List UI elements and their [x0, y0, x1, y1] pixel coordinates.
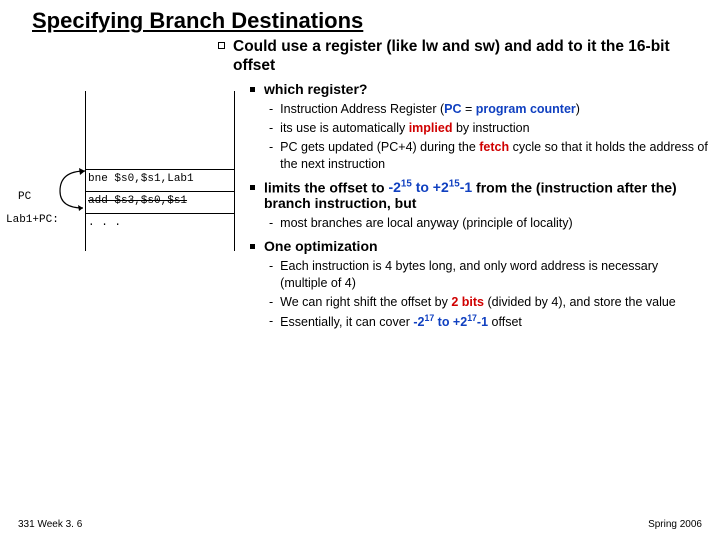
- sub-fetch: - PC gets updated (PC+4) during the fetc…: [269, 139, 708, 173]
- dash-icon: -: [269, 139, 273, 156]
- which-register-sublist: - Instruction Address Register (PC = pro…: [269, 101, 708, 173]
- footer-left: 331 Week 3. 6: [18, 519, 82, 530]
- list-column: which register? - Instruction Address Re…: [250, 81, 708, 337]
- label-pc: PC: [18, 191, 31, 203]
- code-line-bne: bne $s0,$s1,Lab1: [88, 173, 194, 185]
- label-lab1pc: Lab1+PC:: [6, 214, 59, 226]
- code-line-dots: . . .: [88, 217, 121, 229]
- sub-implied: - its use is automatically implied by in…: [269, 120, 708, 137]
- dash-icon: -: [269, 120, 273, 137]
- sub-iar: - Instruction Address Register (PC = pro…: [269, 101, 708, 118]
- dot-icon: [250, 87, 255, 92]
- limits-text: limits the offset to -215 to +215-1 from…: [264, 179, 708, 212]
- slide-title: Specifying Branch Destinations: [32, 8, 700, 36]
- dash-icon: -: [269, 215, 273, 232]
- content-area: Could use a register (like lw and sw) an…: [0, 38, 708, 337]
- dash-icon: -: [269, 258, 273, 275]
- dot-icon: [250, 244, 255, 249]
- square-bullet-icon: [218, 42, 225, 49]
- limits-sublist: - most branches are local anyway (princi…: [269, 215, 708, 232]
- sub-4bytes: - Each instruction is 4 bytes long, and …: [269, 258, 708, 292]
- sub-shift: - We can right shift the offset by 2 bit…: [269, 294, 708, 311]
- which-register-text: which register?: [264, 81, 367, 97]
- optimization-sublist: - Each instruction is 4 bytes long, and …: [269, 258, 708, 331]
- sub-locality: - most branches are local anyway (princi…: [269, 215, 708, 232]
- body-row: PC Lab1+PC: bne $s0,$s1,Lab1 add $s3,$s0…: [0, 81, 708, 337]
- memory-box: bne $s0,$s1,Lab1 add $s3,$s0,$s1 . . .: [85, 91, 235, 251]
- footer-right: Spring 2006: [648, 519, 702, 530]
- diagram-column: PC Lab1+PC: bne $s0,$s1,Lab1 add $s3,$s0…: [0, 81, 250, 261]
- dash-icon: -: [269, 294, 273, 311]
- sub-cover: - Essentially, it can cover -217 to +217…: [269, 313, 708, 331]
- code-line-add: add $s3,$s0,$s1: [88, 195, 187, 207]
- optimization-text: One optimization: [264, 238, 378, 254]
- bullet-which-register: which register?: [250, 81, 708, 97]
- main-bullet-text: Could use a register (like lw and sw) an…: [233, 38, 708, 75]
- dash-icon: -: [269, 101, 273, 118]
- main-bullet-row: Could use a register (like lw and sw) an…: [218, 38, 708, 75]
- bullet-limits: limits the offset to -215 to +215-1 from…: [250, 179, 708, 212]
- bullet-optimization: One optimization: [250, 238, 708, 254]
- dot-icon: [250, 185, 255, 190]
- dash-icon: -: [269, 313, 273, 330]
